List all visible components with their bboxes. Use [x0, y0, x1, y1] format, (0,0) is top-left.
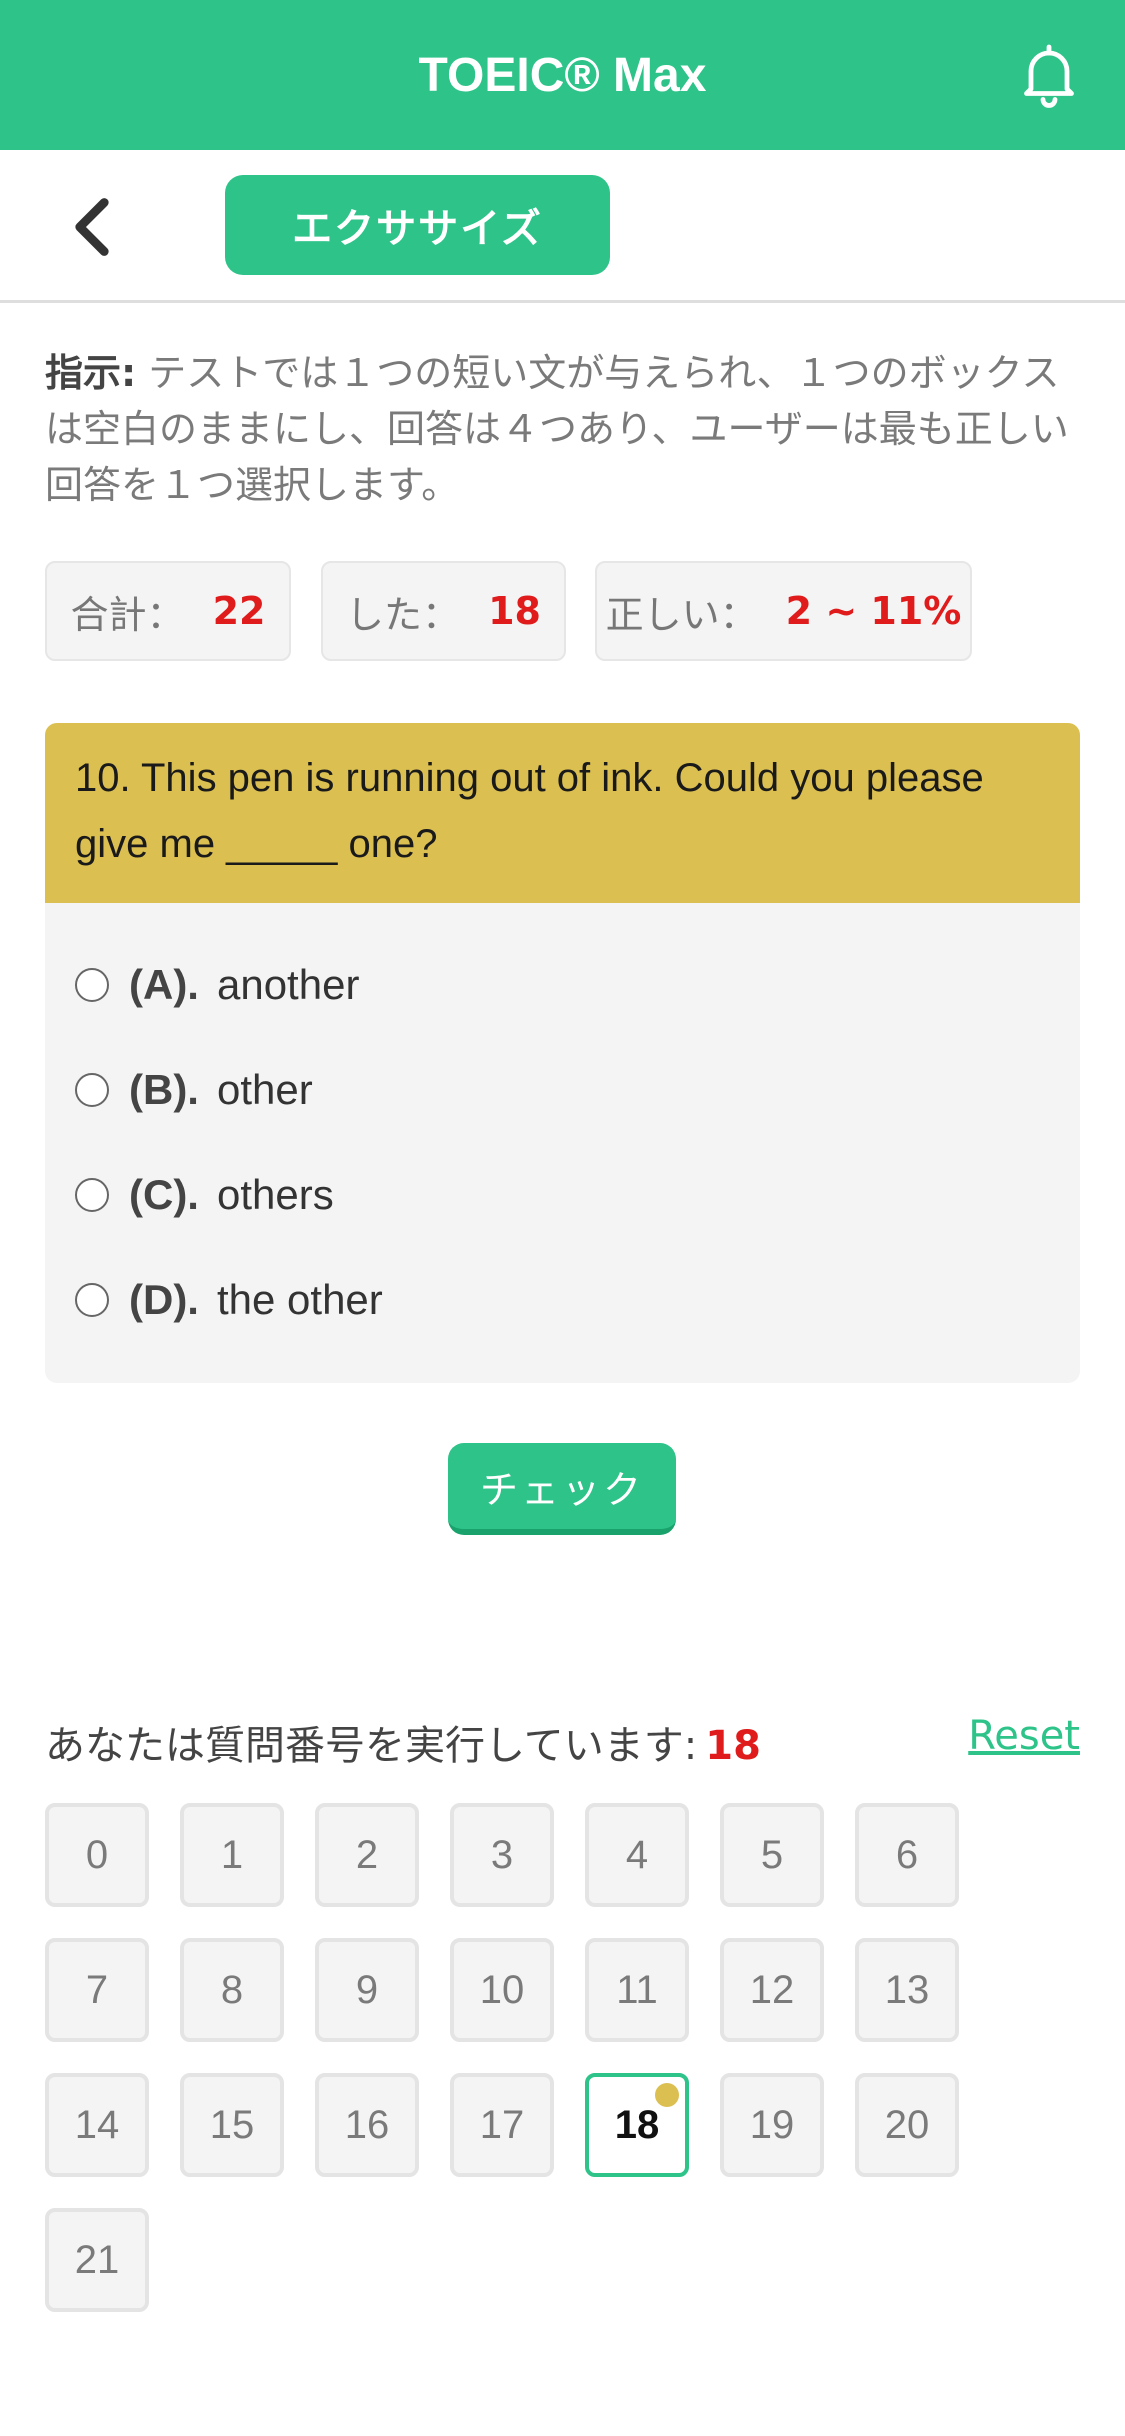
option-a[interactable]: (A). another: [75, 955, 359, 1015]
reset-link[interactable]: Reset: [968, 1713, 1080, 1759]
question-number-button[interactable]: 10: [450, 1938, 554, 2042]
radio-button[interactable]: [75, 1073, 109, 1107]
question-number-button[interactable]: 11: [585, 1938, 689, 2042]
instruction-text: 指示: テストでは１つの短い文が与えられ、１つのボックスは空白のままにし、回答は…: [45, 345, 1080, 513]
question-number-button[interactable]: 20: [855, 2073, 959, 2177]
sub-header: エクササイズ: [0, 150, 1125, 303]
question-number-button[interactable]: 13: [855, 1938, 959, 2042]
progress-label: あなたは質問番号を実行しています: 18: [45, 1713, 761, 1771]
question-number-button[interactable]: 8: [180, 1938, 284, 2042]
stat-correct-label: 正しい：: [605, 592, 758, 637]
option-letter: (D).: [129, 1276, 199, 1323]
instruction-body: テストでは１つの短い文が与えられ、１つのボックスは空白のままにし、回答は４つあり…: [45, 351, 1069, 507]
instruction-label: 指示:: [45, 351, 137, 395]
app-bar: TOEIC® Max: [0, 0, 1125, 150]
stat-done-value: 18: [488, 589, 541, 633]
question-number-button[interactable]: 12: [720, 1938, 824, 2042]
option-letter: (B).: [129, 1066, 199, 1113]
stat-total-value: 22: [212, 589, 266, 633]
question-number-button[interactable]: 19: [720, 2073, 824, 2177]
question-number-button[interactable]: 6: [855, 1803, 959, 1907]
question-number-button[interactable]: 15: [180, 2073, 284, 2177]
question-card: 10. This pen is running out of ink. Coul…: [45, 723, 1080, 1383]
option-d[interactable]: (D). the other: [75, 1270, 383, 1330]
question-number-button[interactable]: 16: [315, 2073, 419, 2177]
stat-total-label: 合計：: [70, 592, 185, 637]
question-number-button[interactable]: 0: [45, 1803, 149, 1907]
radio-button[interactable]: [75, 1283, 109, 1317]
question-number-button[interactable]: 21: [45, 2208, 149, 2312]
option-text: another: [216, 961, 360, 1008]
question-number-button[interactable]: 4: [585, 1803, 689, 1907]
option-letter: (C).: [129, 1171, 199, 1218]
stat-total: 合計： 22: [45, 561, 291, 661]
chevron-left-icon[interactable]: [62, 192, 122, 262]
radio-button[interactable]: [75, 968, 109, 1002]
question-number-button[interactable]: 7: [45, 1938, 149, 2042]
tab-exercise[interactable]: エクササイズ: [225, 175, 610, 275]
question-text: 10. This pen is running out of ink. Coul…: [45, 723, 1080, 903]
question-number-button[interactable]: 1: [180, 1803, 284, 1907]
current-question-number: 18: [705, 1723, 761, 1769]
stat-done-label: した：: [346, 592, 461, 637]
question-number-button[interactable]: 9: [315, 1938, 419, 2042]
progress-text: あなたは質問番号を実行しています:: [45, 1723, 698, 1769]
question-number-button[interactable]: 18: [585, 2073, 689, 2177]
option-text: others: [216, 1171, 334, 1218]
current-indicator-dot: [655, 2083, 679, 2107]
question-number-button[interactable]: 5: [720, 1803, 824, 1907]
radio-button[interactable]: [75, 1178, 109, 1212]
question-number-button[interactable]: 14: [45, 2073, 149, 2177]
option-text: other: [216, 1066, 313, 1113]
option-text: the other: [216, 1276, 383, 1323]
stat-correct: 正しい： 2 ~ 11%: [595, 561, 972, 661]
bell-icon[interactable]: [1013, 38, 1085, 110]
question-number-button[interactable]: 2: [315, 1803, 419, 1907]
option-b[interactable]: (B). other: [75, 1060, 313, 1120]
check-button[interactable]: チェック: [448, 1443, 676, 1535]
stat-done: した： 18: [321, 561, 566, 661]
option-c[interactable]: (C). others: [75, 1165, 334, 1225]
question-number-button[interactable]: 3: [450, 1803, 554, 1907]
app-title: TOEIC® Max: [418, 48, 707, 102]
option-letter: (A).: [129, 961, 199, 1008]
question-number-button[interactable]: 17: [450, 2073, 554, 2177]
stat-correct-value: 2 ~ 11%: [785, 589, 962, 633]
